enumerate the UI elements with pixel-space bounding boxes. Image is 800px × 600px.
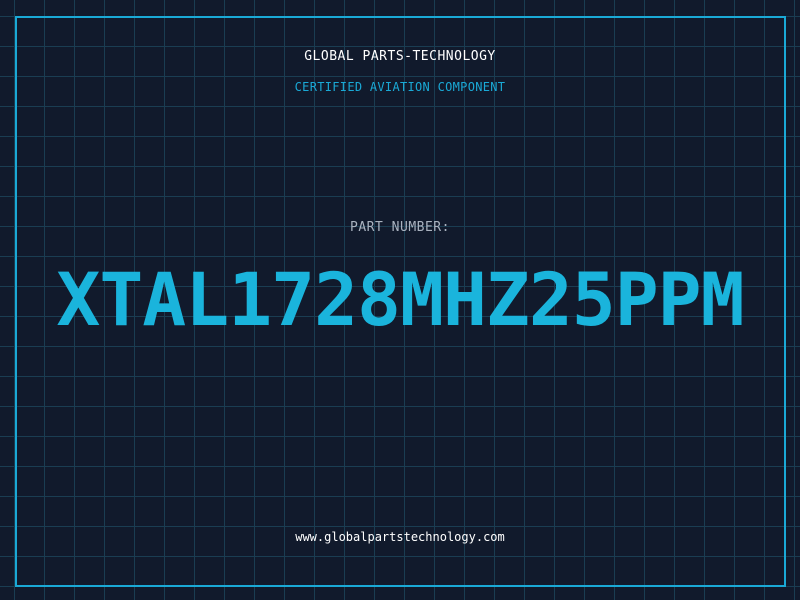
part-number-label: PART NUMBER:	[350, 220, 450, 235]
certification-subtitle: CERTIFIED AVIATION COMPONENT	[294, 80, 506, 94]
company-name: GLOBAL PARTS-TECHNOLOGY	[304, 49, 496, 64]
part-number-value: XTAL1728MHZ25PPM	[56, 258, 744, 343]
website-url: www.globalpartstechnology.com	[295, 530, 505, 544]
